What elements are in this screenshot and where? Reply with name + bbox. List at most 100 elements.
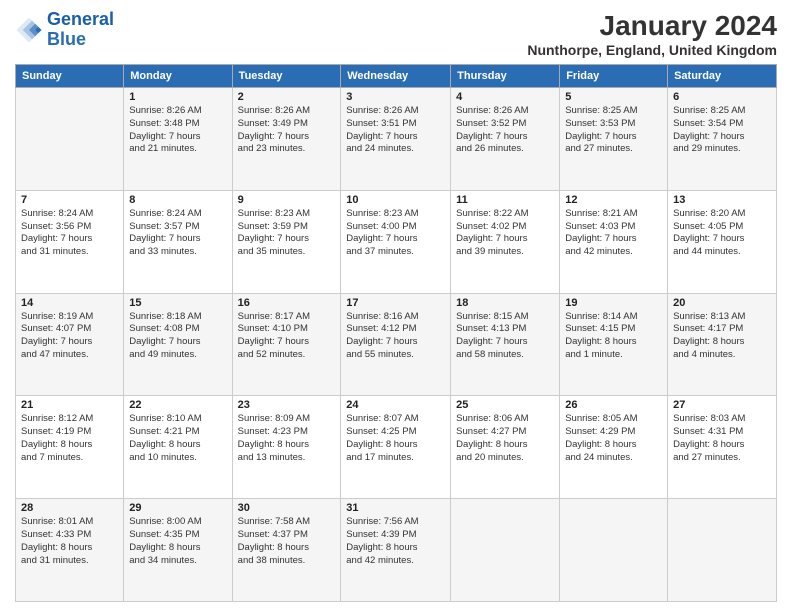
calendar-header-sunday: Sunday [16, 65, 124, 88]
day-info: Sunrise: 8:24 AM Sunset: 3:56 PM Dayligh… [21, 208, 118, 259]
calendar-header-saturday: Saturday [668, 65, 777, 88]
day-info: Sunrise: 8:25 AM Sunset: 3:54 PM Dayligh… [673, 105, 771, 156]
page: General Blue January 2024 Nunthorpe, Eng… [0, 0, 792, 612]
calendar-cell: 14 Sunrise: 8:19 AM Sunset: 4:07 PM Dayli… [16, 293, 124, 396]
day-info: Sunrise: 8:03 AM Sunset: 4:31 PM Dayligh… [673, 413, 771, 464]
logo-blue: Blue [47, 29, 86, 49]
day-number: 19 [565, 297, 662, 309]
calendar-cell: 5 Sunrise: 8:25 AM Sunset: 3:53 PM Daylig… [560, 88, 668, 191]
day-number: 14 [21, 297, 118, 309]
calendar-cell: 26Sunrise: 8:05 AM Sunset: 4:29 PM Dayli… [560, 396, 668, 499]
calendar-cell: 30 Sunrise: 7:58 AM Sunset: 4:37 PM Dayli… [232, 499, 341, 602]
day-info: Sunrise: 8:10 AM Sunset: 4:21 PM Dayligh… [129, 413, 226, 464]
day-info: Sunrise: 8:13 AM Sunset: 4:17 PM Dayligh… [673, 311, 771, 362]
day-info: Sunrise: 8:00 AM Sunset: 4:35 PM Dayligh… [129, 516, 226, 567]
day-info: Sunrise: 8:26 AM Sunset: 3:51 PM Dayligh… [346, 105, 445, 156]
calendar-cell: 12Sunrise: 8:21 AM Sunset: 4:03 PM Dayli… [560, 190, 668, 293]
calendar-cell: 21 Sunrise: 8:12 AM Sunset: 4:19 PM Dayli… [16, 396, 124, 499]
calendar-cell: 1 Sunrise: 8:26 AM Sunset: 3:48 PM Daylig… [124, 88, 232, 191]
location: Nunthorpe, England, United Kingdom [527, 42, 777, 58]
day-number: 26 [565, 399, 662, 411]
calendar-cell: 24Sunrise: 8:07 AM Sunset: 4:25 PM Dayli… [341, 396, 451, 499]
logo: General Blue [15, 10, 114, 50]
calendar-header-tuesday: Tuesday [232, 65, 341, 88]
calendar-cell: 11Sunrise: 8:22 AM Sunset: 4:02 PM Dayli… [451, 190, 560, 293]
day-number: 21 [21, 399, 118, 411]
day-info: Sunrise: 8:20 AM Sunset: 4:05 PM Dayligh… [673, 208, 771, 259]
calendar-cell [668, 499, 777, 602]
day-number: 20 [673, 297, 771, 309]
day-info: Sunrise: 8:19 AM Sunset: 4:07 PM Dayligh… [21, 311, 118, 362]
day-number: 1 [129, 91, 226, 103]
calendar-cell: 4Sunrise: 8:26 AM Sunset: 3:52 PM Daylig… [451, 88, 560, 191]
calendar-cell: 7 Sunrise: 8:24 AM Sunset: 3:56 PM Daylig… [16, 190, 124, 293]
day-number: 10 [346, 194, 445, 206]
day-number: 4 [456, 91, 554, 103]
calendar-cell: 13 Sunrise: 8:20 AM Sunset: 4:05 PM Dayli… [668, 190, 777, 293]
day-number: 30 [238, 502, 336, 514]
day-number: 2 [238, 91, 336, 103]
calendar-cell: 18 Sunrise: 8:15 AM Sunset: 4:13 PM Dayli… [451, 293, 560, 396]
calendar-week-row: 7 Sunrise: 8:24 AM Sunset: 3:56 PM Daylig… [16, 190, 777, 293]
day-number: 11 [456, 194, 554, 206]
day-info: Sunrise: 8:23 AM Sunset: 4:00 PM Dayligh… [346, 208, 445, 259]
day-number: 15 [129, 297, 226, 309]
calendar-cell [451, 499, 560, 602]
day-info: Sunrise: 8:23 AM Sunset: 3:59 PM Dayligh… [238, 208, 336, 259]
day-info: Sunrise: 7:58 AM Sunset: 4:37 PM Dayligh… [238, 516, 336, 567]
day-number: 13 [673, 194, 771, 206]
day-number: 29 [129, 502, 226, 514]
calendar-cell: 15 Sunrise: 8:18 AM Sunset: 4:08 PM Dayli… [124, 293, 232, 396]
calendar-cell: 23 Sunrise: 8:09 AM Sunset: 4:23 PM Dayli… [232, 396, 341, 499]
calendar-cell: 17 Sunrise: 8:16 AM Sunset: 4:12 PM Dayli… [341, 293, 451, 396]
calendar-cell: 28 Sunrise: 8:01 AM Sunset: 4:33 PM Dayli… [16, 499, 124, 602]
title-block: January 2024 Nunthorpe, England, United … [527, 10, 777, 58]
day-info: Sunrise: 8:18 AM Sunset: 4:08 PM Dayligh… [129, 311, 226, 362]
day-number: 25 [456, 399, 554, 411]
day-number: 23 [238, 399, 336, 411]
calendar-week-row: 28 Sunrise: 8:01 AM Sunset: 4:33 PM Dayli… [16, 499, 777, 602]
calendar-cell: 16Sunrise: 8:17 AM Sunset: 4:10 PM Dayli… [232, 293, 341, 396]
calendar-week-row: 1 Sunrise: 8:26 AM Sunset: 3:48 PM Daylig… [16, 88, 777, 191]
calendar-header-monday: Monday [124, 65, 232, 88]
day-info: Sunrise: 8:24 AM Sunset: 3:57 PM Dayligh… [129, 208, 226, 259]
calendar-cell [560, 499, 668, 602]
day-number: 6 [673, 91, 771, 103]
day-number: 31 [346, 502, 445, 514]
day-number: 3 [346, 91, 445, 103]
day-info: Sunrise: 8:01 AM Sunset: 4:33 PM Dayligh… [21, 516, 118, 567]
day-info: Sunrise: 8:06 AM Sunset: 4:27 PM Dayligh… [456, 413, 554, 464]
calendar-cell: 25 Sunrise: 8:06 AM Sunset: 4:27 PM Dayli… [451, 396, 560, 499]
day-number: 17 [346, 297, 445, 309]
day-number: 27 [673, 399, 771, 411]
header: General Blue January 2024 Nunthorpe, Eng… [15, 10, 777, 58]
calendar-cell: 19 Sunrise: 8:14 AM Sunset: 4:15 PM Dayli… [560, 293, 668, 396]
calendar-cell: 27 Sunrise: 8:03 AM Sunset: 4:31 PM Dayli… [668, 396, 777, 499]
calendar-cell: 2 Sunrise: 8:26 AM Sunset: 3:49 PM Daylig… [232, 88, 341, 191]
calendar-cell: 31Sunrise: 7:56 AM Sunset: 4:39 PM Dayli… [341, 499, 451, 602]
day-number: 5 [565, 91, 662, 103]
day-number: 24 [346, 399, 445, 411]
day-number: 18 [456, 297, 554, 309]
day-info: Sunrise: 8:25 AM Sunset: 3:53 PM Dayligh… [565, 105, 662, 156]
calendar-header-thursday: Thursday [451, 65, 560, 88]
day-info: Sunrise: 8:16 AM Sunset: 4:12 PM Dayligh… [346, 311, 445, 362]
day-info: Sunrise: 8:15 AM Sunset: 4:13 PM Dayligh… [456, 311, 554, 362]
calendar-cell: 22Sunrise: 8:10 AM Sunset: 4:21 PM Dayli… [124, 396, 232, 499]
day-number: 28 [21, 502, 118, 514]
calendar-table: SundayMondayTuesdayWednesdayThursdayFrid… [15, 64, 777, 602]
calendar-cell: 6 Sunrise: 8:25 AM Sunset: 3:54 PM Daylig… [668, 88, 777, 191]
day-info: Sunrise: 8:21 AM Sunset: 4:03 PM Dayligh… [565, 208, 662, 259]
calendar-week-row: 21 Sunrise: 8:12 AM Sunset: 4:19 PM Dayli… [16, 396, 777, 499]
day-number: 8 [129, 194, 226, 206]
calendar-header-friday: Friday [560, 65, 668, 88]
day-number: 9 [238, 194, 336, 206]
day-info: Sunrise: 8:14 AM Sunset: 4:15 PM Dayligh… [565, 311, 662, 362]
calendar-header-wednesday: Wednesday [341, 65, 451, 88]
calendar-cell: 20 Sunrise: 8:13 AM Sunset: 4:17 PM Dayli… [668, 293, 777, 396]
day-number: 7 [21, 194, 118, 206]
day-info: Sunrise: 8:09 AM Sunset: 4:23 PM Dayligh… [238, 413, 336, 464]
day-info: Sunrise: 8:26 AM Sunset: 3:49 PM Dayligh… [238, 105, 336, 156]
day-info: Sunrise: 8:26 AM Sunset: 3:48 PM Dayligh… [129, 105, 226, 156]
day-info: Sunrise: 8:12 AM Sunset: 4:19 PM Dayligh… [21, 413, 118, 464]
